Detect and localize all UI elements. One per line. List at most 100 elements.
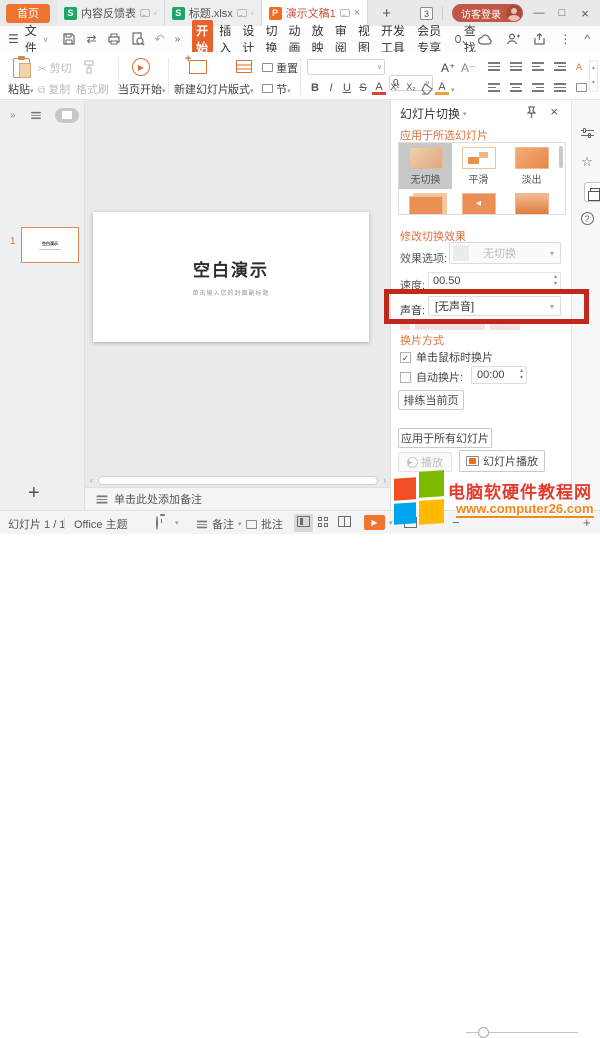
horizontal-scrollbar[interactable]: ‹ › (90, 475, 386, 485)
close-tab-icon[interactable]: × (354, 7, 360, 19)
transition-shape[interactable]: 形状 (505, 189, 558, 215)
slide-sorter-view-button[interactable] (318, 517, 329, 528)
slide-view-toggle[interactable] (55, 108, 79, 123)
theme-name[interactable]: Office 主题 (74, 516, 128, 532)
expand-panel-icon[interactable]: » (10, 110, 16, 121)
auto-advance-time-input[interactable]: 00:00 ▴▾ (471, 366, 527, 384)
bullet-list-icon[interactable] (488, 62, 500, 72)
spinner-icon[interactable]: ▴▾ (520, 368, 523, 382)
maximize-button[interactable]: □ (555, 7, 569, 19)
clear-format-icon[interactable] (420, 83, 433, 95)
zoom-slider-handle[interactable] (478, 1027, 489, 1038)
favorites-star-icon[interactable]: ☆ (579, 154, 595, 170)
on-click-checkbox[interactable]: ✓ (400, 352, 411, 363)
justify-icon[interactable] (554, 83, 566, 92)
properties-icon[interactable] (579, 128, 595, 138)
paste-button[interactable]: 粘贴▾ (8, 81, 34, 97)
layout-button[interactable]: 版式▾ (228, 81, 254, 97)
speed-input[interactable]: 00.50 ▴▾ (428, 272, 561, 290)
add-slide-button[interactable]: + (28, 482, 40, 505)
notes-bar[interactable]: 单击此处添加备注 (85, 487, 390, 510)
increase-indent-icon[interactable] (554, 62, 566, 72)
slide-canvas[interactable]: 空白演示 单击输入您的封面副标题 (93, 212, 369, 342)
format-painter-button[interactable]: 格式刷 (76, 81, 109, 97)
ribbon-scroll[interactable]: ▴▾ (589, 60, 598, 92)
window-count-badge[interactable]: 3 (420, 7, 433, 20)
transition-morph[interactable]: 平滑 (452, 143, 505, 189)
reading-view-button[interactable] (338, 516, 351, 530)
transition-fade[interactable]: 淡出 (505, 143, 558, 189)
more-icon[interactable]: ⋮ (559, 32, 571, 46)
shrink-font-button[interactable]: A⁻ (461, 61, 475, 75)
apply-all-button[interactable]: 应用于所有幻灯片 (398, 428, 492, 448)
doc-tab-sheet1[interactable]: S 内容反馈表 • (57, 0, 165, 26)
new-slide-button[interactable]: 新建幻灯片▾ (174, 81, 233, 97)
subscript-button[interactable]: X₂ (404, 82, 418, 95)
close-button[interactable]: × (578, 6, 592, 21)
add-user-icon[interactable] (506, 33, 520, 45)
rehearse-button[interactable]: 排练当前页 (398, 390, 464, 410)
highlight-button[interactable]: A (435, 82, 449, 95)
transition-none[interactable]: 无切换 (399, 143, 452, 189)
find-button[interactable]: 查找 (455, 22, 478, 56)
superscript-button[interactable]: X² (388, 82, 402, 95)
grow-font-button[interactable]: A⁺ (441, 61, 455, 75)
slide-title[interactable]: 空白演示 (93, 256, 369, 281)
decrease-indent-icon[interactable] (532, 62, 544, 72)
chevron-down-icon[interactable]: ▾ (463, 110, 467, 118)
italic-button[interactable]: I (324, 82, 338, 95)
comments-toggle[interactable]: 批注 (246, 516, 283, 532)
strikethrough-button[interactable]: S (356, 82, 370, 95)
scrollbar-track[interactable] (98, 476, 378, 485)
scroll-left-icon[interactable]: ‹ (90, 476, 98, 485)
hamburger-icon[interactable]: ☰ (8, 32, 19, 46)
close-panel-icon[interactable]: × (550, 104, 558, 119)
more-tools-icon[interactable]: » (175, 34, 181, 45)
scroll-right-icon[interactable]: › (378, 476, 386, 485)
text-direction-icon[interactable]: A (576, 62, 582, 72)
spinner-icon[interactable]: ▴▾ (554, 274, 557, 288)
underline-button[interactable]: U (340, 82, 354, 95)
numbered-list-icon[interactable] (510, 62, 522, 72)
distribute-icon[interactable] (576, 83, 587, 92)
align-right-icon[interactable] (532, 83, 544, 92)
section-button[interactable]: 节▾ (262, 81, 291, 97)
gallery-scrollbar[interactable] (559, 146, 563, 168)
convert-icon[interactable]: ⇄ (86, 32, 96, 46)
save-icon[interactable] (62, 32, 76, 46)
effect-option-select[interactable]: 无切换 ▾ (449, 242, 561, 264)
auto-advance-checkbox[interactable] (400, 372, 411, 383)
slide-subtitle-placeholder[interactable]: 单击输入您的封面副标题 (93, 288, 369, 297)
slide-thumbnail[interactable]: 空白演示 (21, 227, 79, 263)
copy-button[interactable]: ⧉ 复制 (38, 81, 70, 97)
new-tab-button[interactable]: + (382, 5, 391, 22)
undo-icon[interactable]: ↶ (155, 32, 165, 46)
transition-cut[interactable]: 切出 (399, 189, 452, 215)
home-tab[interactable]: 首页 (6, 4, 50, 23)
cut-button[interactable]: ✂ 剪切 (38, 60, 71, 76)
transition-wipe[interactable]: ◂ 擦除 (452, 189, 505, 215)
bold-button[interactable]: B (308, 82, 322, 95)
reset-button[interactable]: 重置 (262, 60, 298, 76)
play-from-current-button[interactable]: 当页开始▾ (118, 81, 166, 97)
help-icon[interactable]: ? (579, 212, 595, 225)
outline-view-icon[interactable] (31, 112, 41, 119)
collapse-ribbon-icon[interactable]: ^ (584, 32, 590, 46)
font-name-input[interactable]: ∨ (307, 59, 385, 75)
align-center-icon[interactable] (510, 83, 522, 92)
cloud-sync-icon[interactable] (478, 34, 493, 45)
align-left-icon[interactable] (488, 83, 500, 92)
notes-toggle[interactable]: 备注 ▾ (196, 516, 242, 532)
font-color-button[interactable]: A (372, 82, 386, 95)
timer-icon[interactable] (156, 517, 158, 529)
normal-view-button[interactable] (294, 514, 313, 532)
print-icon[interactable] (107, 32, 121, 46)
pin-panel-icon[interactable] (526, 106, 537, 122)
notes-placeholder[interactable]: 单击此处添加备注 (114, 491, 202, 507)
minimize-button[interactable]: — (532, 7, 546, 19)
print-preview-icon[interactable] (131, 32, 145, 46)
share-icon[interactable] (533, 33, 546, 45)
slideshow-button[interactable]: ▶ (364, 515, 385, 530)
file-menu[interactable]: 文件 (25, 22, 41, 56)
guest-login-button[interactable]: 访客登录 (452, 4, 523, 22)
